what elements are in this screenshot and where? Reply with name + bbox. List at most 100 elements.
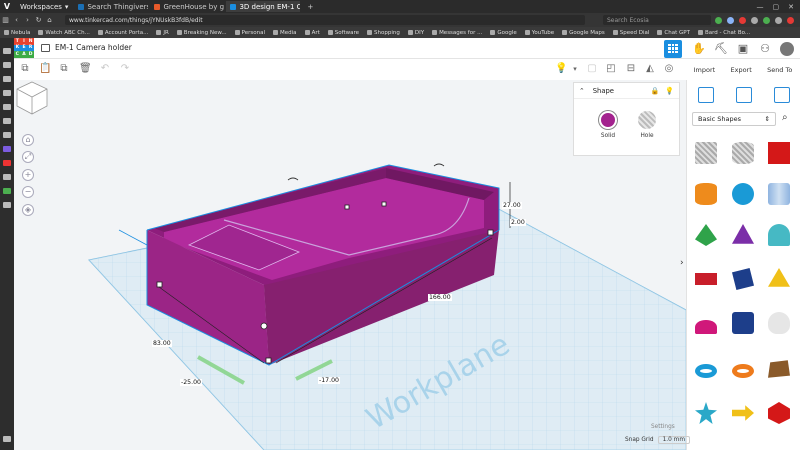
grid-view-icon[interactable] <box>664 39 682 58</box>
perspective-icon[interactable]: ◈ <box>22 204 34 216</box>
web-panel-icon[interactable] <box>3 174 11 180</box>
bookmark-item[interactable]: YouTube <box>521 30 558 36</box>
bookmark-item[interactable]: Chat GPT <box>653 30 694 36</box>
solid-color-swatch[interactable] <box>599 111 617 129</box>
dome-shape[interactable] <box>695 320 717 334</box>
gem-shape[interactable] <box>768 402 790 424</box>
search-icon[interactable]: ⌕ <box>782 112 788 123</box>
light-bulb-icon[interactable]: 💡 <box>665 87 674 95</box>
light-bulb-icon[interactable]: 💡 <box>555 64 567 74</box>
solid-option[interactable]: Solid <box>593 111 623 139</box>
send-to-button[interactable]: Send To <box>767 66 792 74</box>
ungroup-icon[interactable]: ◰ <box>606 64 616 74</box>
rotate-handle[interactable] <box>260 322 268 330</box>
blocks-icon[interactable]: ⛏ <box>714 42 728 56</box>
forward-icon[interactable]: › <box>22 16 33 24</box>
cylinder-shape[interactable] <box>695 183 717 205</box>
box-hole-shape[interactable] <box>695 142 717 164</box>
height-dimension[interactable]: 27.00 <box>502 202 522 209</box>
downloads-icon[interactable] <box>3 76 11 82</box>
torus-shape[interactable] <box>695 364 717 378</box>
translate-icon[interactable] <box>3 132 11 138</box>
align-icon[interactable]: ⊟ <box>626 64 636 74</box>
box-shape[interactable] <box>768 142 790 164</box>
length-dimension[interactable]: 166.00 <box>428 294 452 301</box>
url-input[interactable]: www.tinkercad.com/things/jYNUskB3fdB/edi… <box>65 15 585 25</box>
x-offset-dimension[interactable]: -25.00 <box>180 379 202 386</box>
y-offset-dimension[interactable]: -17.00 <box>318 377 340 384</box>
extension-icon[interactable] <box>727 16 734 24</box>
notes-icon[interactable] <box>3 90 11 96</box>
browser-tab-thingiverse[interactable]: Search Thingiverse - Thin... <box>74 1 148 12</box>
workplane-tool-icon[interactable] <box>698 87 714 103</box>
sim-lab-icon[interactable]: ✋ <box>692 42 706 56</box>
round-roof-shape[interactable] <box>768 224 790 246</box>
bookmark-item[interactable]: DIY <box>404 30 428 36</box>
roof-shape[interactable] <box>695 224 717 246</box>
cylinder-hole-shape[interactable] <box>732 142 754 164</box>
extension-icon[interactable] <box>763 16 770 24</box>
new-tab-icon[interactable]: + <box>302 3 318 11</box>
fit-view-icon[interactable]: ⤢ <box>22 151 34 163</box>
star-shape[interactable] <box>695 402 717 424</box>
bookmark-item[interactable]: Messages for ... <box>428 30 486 36</box>
copy-icon[interactable]: ⧉ <box>20 64 30 74</box>
minimize-icon[interactable]: — <box>757 3 764 11</box>
mastodon-icon[interactable] <box>3 146 11 152</box>
sphere-shape[interactable] <box>732 183 754 205</box>
wedge-shape[interactable] <box>768 360 790 378</box>
extension-icon[interactable] <box>775 16 782 24</box>
extension-icon[interactable] <box>739 16 746 24</box>
bookmark-item[interactable]: Speed Dial <box>609 30 654 36</box>
extension-icon[interactable] <box>751 16 758 24</box>
bookmark-item[interactable]: Shopping <box>363 30 404 36</box>
reload-icon[interactable]: ↻ <box>33 16 44 24</box>
extension-icon[interactable] <box>787 16 794 24</box>
tinkercad-logo[interactable]: T I N K E R C A D <box>14 38 34 58</box>
reading-list-icon[interactable] <box>3 62 11 68</box>
browser-tab-tinkercad[interactable]: 3D design EM-1 Camera hol <box>226 1 301 12</box>
resize-handle[interactable] <box>156 281 163 288</box>
home-icon[interactable]: ⌂ <box>44 16 55 24</box>
tube-shape[interactable] <box>732 364 754 378</box>
rotate-arrow-icon[interactable] <box>287 177 299 181</box>
search-input[interactable]: Search Ecosia <box>603 15 711 25</box>
ruler-tool-icon[interactable] <box>736 87 752 103</box>
delete-icon[interactable]: 🗑 <box>79 64 92 74</box>
web-panel-icon[interactable] <box>3 188 11 194</box>
extension-icon[interactable] <box>715 16 722 24</box>
zoom-out-icon[interactable]: − <box>22 186 34 198</box>
add-user-icon[interactable]: ⚇ <box>758 42 772 56</box>
workspaces-button[interactable]: Workspaces ▾ <box>14 3 74 11</box>
bookmark-item[interactable]: JR <box>152 30 172 36</box>
window-panel-icon[interactable] <box>3 118 11 124</box>
avatar[interactable] <box>780 41 794 56</box>
undo-icon[interactable]: ↶ <box>100 64 110 74</box>
rotate-arrow-icon[interactable] <box>433 163 445 167</box>
bookmark-item[interactable]: Software <box>324 30 363 36</box>
history-icon[interactable] <box>3 104 11 110</box>
paraboloid-shape[interactable] <box>768 312 790 334</box>
back-icon[interactable]: ‹ <box>11 16 22 24</box>
resize-handle[interactable] <box>487 229 494 236</box>
duplicate-icon[interactable]: ⧉ <box>59 64 69 74</box>
vivaldi-logo-icon[interactable]: V <box>0 0 14 13</box>
browser-tab-greenhouse[interactable]: GreenHouse by gillis | Do... <box>150 1 224 12</box>
bookmark-item[interactable]: Nebula <box>0 30 34 36</box>
elevation-dimension[interactable]: 2.00 <box>510 219 526 226</box>
hole-option[interactable]: Hole <box>632 111 662 139</box>
bookmark-item[interactable]: Google Maps <box>558 30 609 36</box>
bookmark-item[interactable]: Media <box>269 30 301 36</box>
bookmark-item[interactable]: Watch ABC Ch... <box>34 30 93 36</box>
pyramid-shape[interactable] <box>768 268 790 287</box>
bookmark-item[interactable]: Bard - Chat Bo... <box>694 30 754 36</box>
resize-handle[interactable] <box>381 201 387 207</box>
zoom-in-icon[interactable]: + <box>22 169 34 181</box>
shape-category-select[interactable]: Basic Shapes ⇕ <box>692 112 776 126</box>
close-icon[interactable]: ✕ <box>788 3 794 11</box>
maximize-icon[interactable]: ▢ <box>773 3 780 11</box>
import-button[interactable]: Import <box>694 66 716 74</box>
resize-handle[interactable] <box>265 357 272 364</box>
hole-swatch[interactable] <box>638 111 656 129</box>
add-panel-icon[interactable] <box>3 202 11 208</box>
